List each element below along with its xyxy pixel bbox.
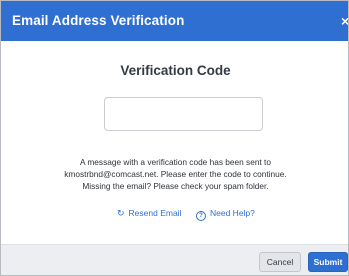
verification-code-heading: Verification Code (120, 63, 231, 78)
resend-email-link[interactable]: ↻ Resend Email (117, 208, 181, 219)
cancel-button[interactable]: Cancel (259, 252, 301, 272)
help-links: ↻ Resend Email ? Need Help? (1, 208, 348, 222)
verification-dialog: Email Address Verification × Verificatio… (0, 0, 349, 276)
message-line: Missing the email? Please check your spa… (82, 181, 269, 191)
verification-message: A message with a verification code has b… (31, 156, 320, 192)
refresh-icon: ↻ (117, 208, 125, 218)
verification-code-input[interactable] (104, 97, 263, 131)
dialog-header: Email Address Verification × (1, 1, 348, 41)
message-line: A message with a verification code has b… (80, 157, 271, 167)
need-help-link[interactable]: ? Need Help? (196, 208, 255, 221)
resend-email-label: Resend Email (128, 208, 182, 218)
message-line: kmostrbnd@comcast.net. Please enter the … (64, 169, 287, 179)
question-circle-icon: ? (196, 211, 206, 221)
dialog-footer: Cancel Submit (1, 244, 348, 275)
close-icon[interactable]: × (341, 11, 348, 31)
submit-button[interactable]: Submit (308, 252, 348, 272)
need-help-label: Need Help? (210, 208, 255, 218)
dialog-title: Email Address Verification (12, 13, 185, 28)
